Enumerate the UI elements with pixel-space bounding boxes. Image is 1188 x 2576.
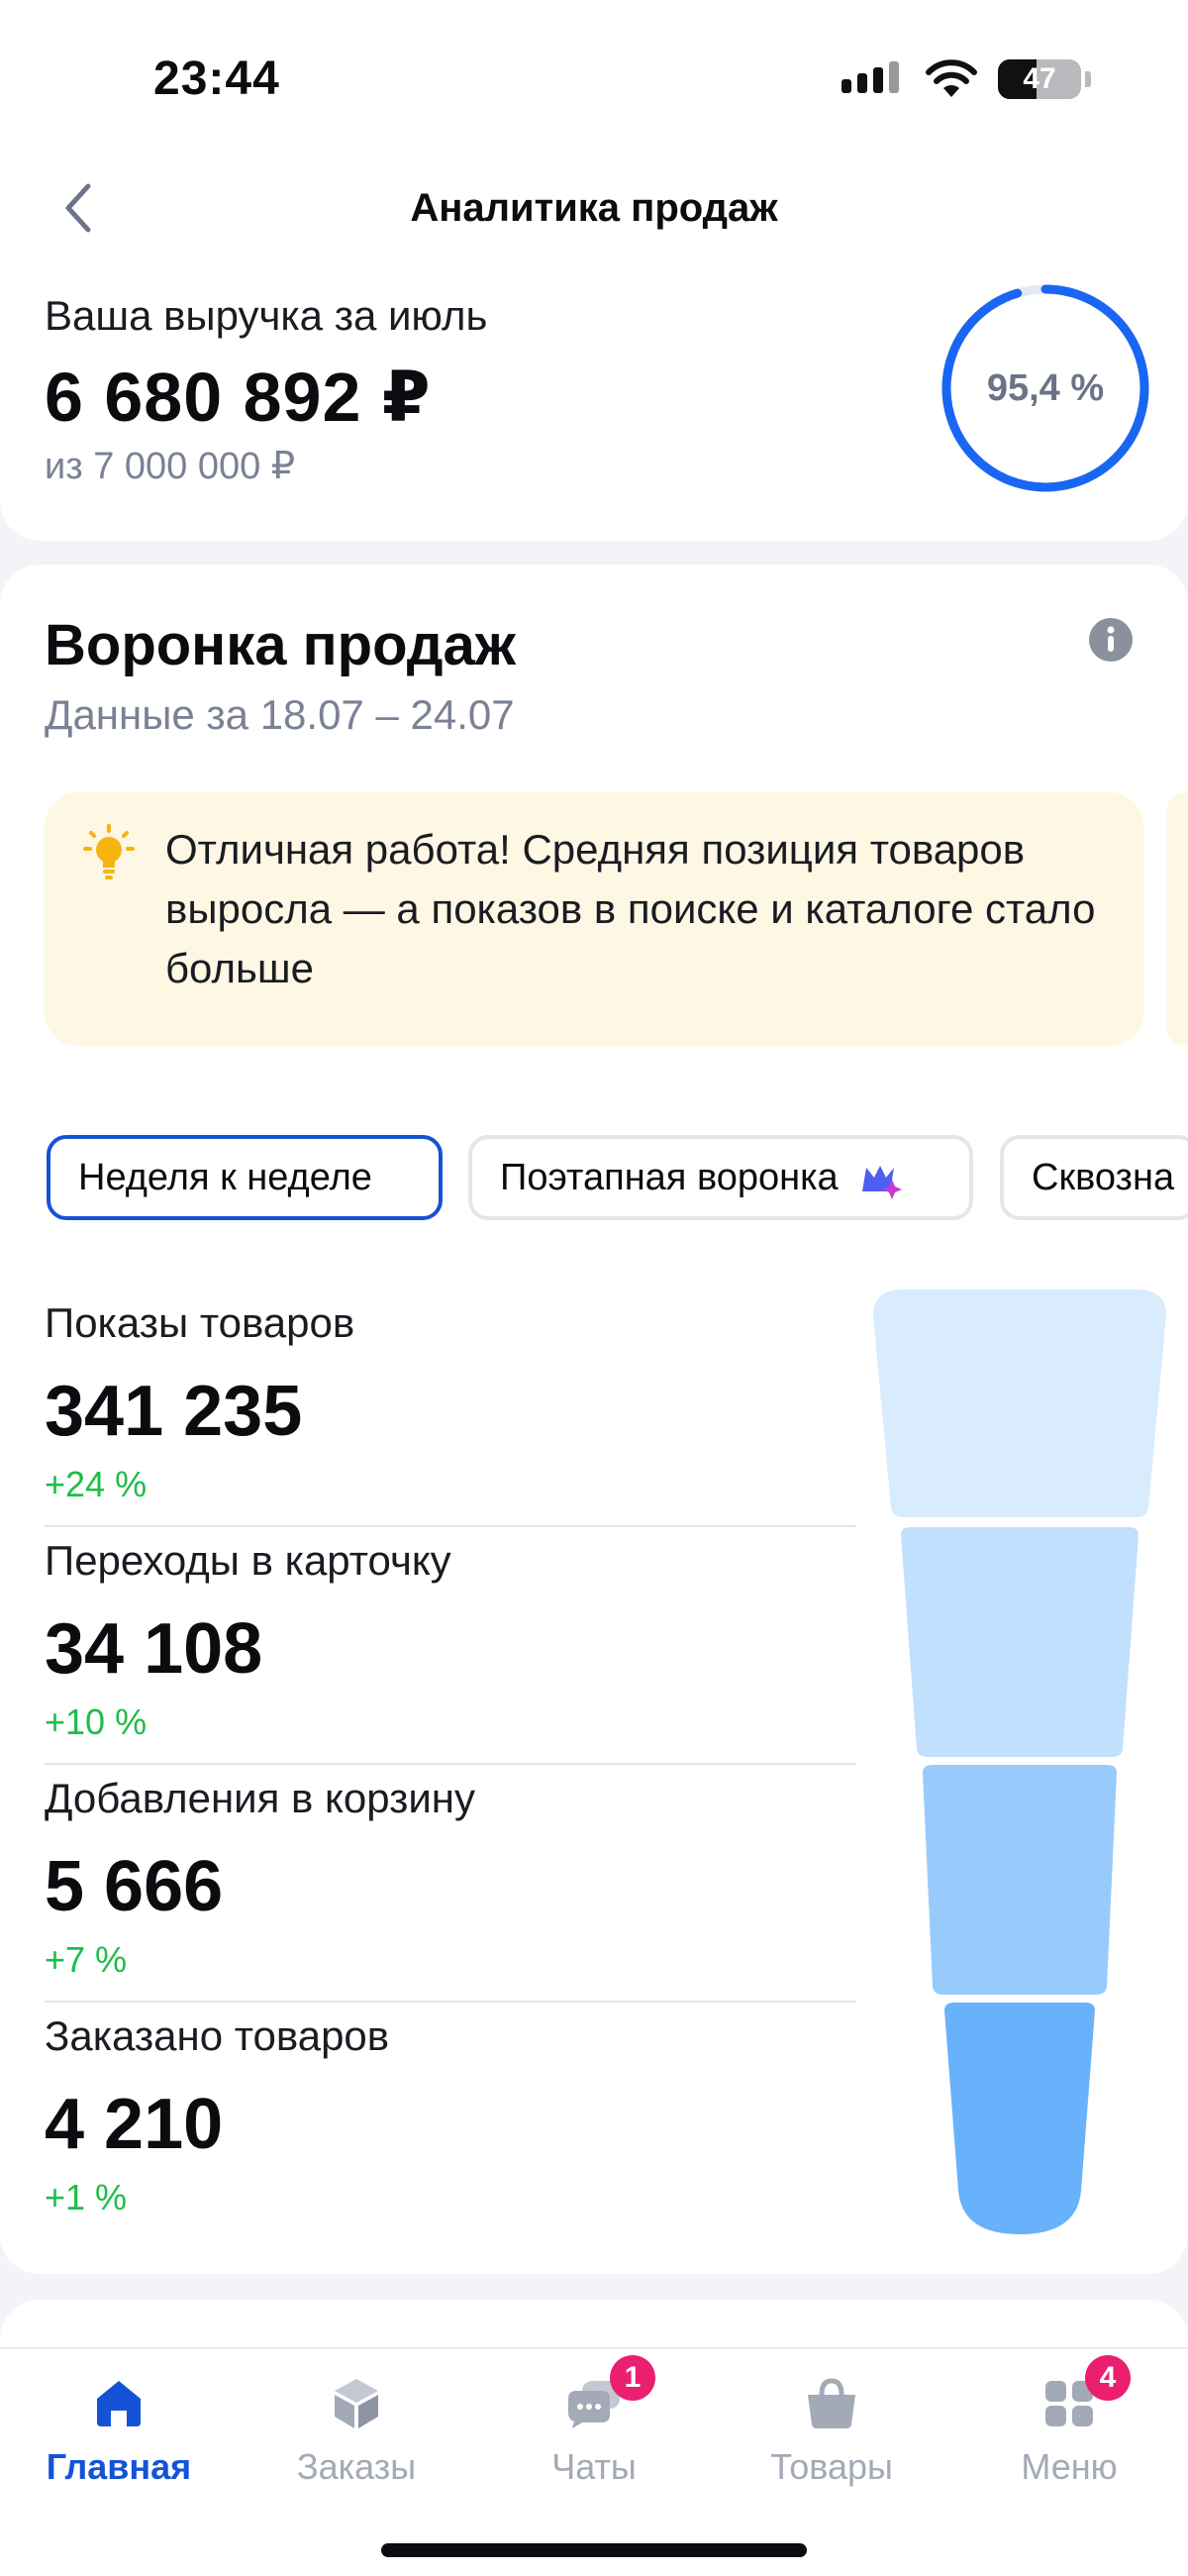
tip-text: Отличная работа! Средняя позиция товаров… xyxy=(165,826,1096,991)
tab-label: Заказы xyxy=(296,2446,417,2487)
tab-chats[interactable]: Чаты xyxy=(475,2363,713,2492)
tab-orders[interactable]: Заказы xyxy=(238,2363,475,2492)
cellular-signal-icon xyxy=(842,61,899,93)
tab-label: Товары xyxy=(770,2446,893,2487)
chip-week-to-week[interactable]: Неделя к неделе xyxy=(47,1135,443,1220)
metric-label-ordered: Заказано товаров xyxy=(45,2012,390,2059)
metric-value-impressions: 341 235 xyxy=(45,1372,303,1451)
bag-icon xyxy=(808,2378,855,2428)
funnel-segment-card-visits xyxy=(901,1527,1138,1757)
metric-divider xyxy=(45,1525,856,1527)
status-time: 23:44 xyxy=(153,52,280,105)
menu-badge: 4 xyxy=(1085,2355,1131,2401)
battery-icon: 47 xyxy=(998,59,1081,99)
metric-delta-add-to-cart: +7 % xyxy=(45,1939,128,1980)
revenue-progress-text: 95,4 % xyxy=(986,367,1105,409)
revenue-value: 6 680 892 ₽ xyxy=(45,359,432,436)
chip-label: Неделя к неделе xyxy=(78,1157,372,1198)
metric-delta-card-visits: +10 % xyxy=(45,1701,148,1742)
chats-badge: 1 xyxy=(610,2355,655,2401)
home-icon xyxy=(97,2381,141,2426)
metric-value-ordered: 4 210 xyxy=(45,2085,224,2164)
funnel-segment-add-to-cart xyxy=(923,1765,1117,1995)
sales-analytics-screen: 23:44 47 Аналитика продаж Ваша выручка з… xyxy=(0,0,1188,2576)
metric-label-card-visits: Переходы в карточку xyxy=(45,1537,451,1584)
tab-label: Чаты xyxy=(551,2446,637,2487)
tab-label: Меню xyxy=(1021,2446,1118,2487)
funnel-segment-impressions xyxy=(873,1289,1166,1517)
info-icon[interactable] xyxy=(1087,616,1135,664)
battery-level: 47 xyxy=(1023,62,1056,95)
revenue-target: из 7 000 000 ₽ xyxy=(45,446,295,487)
home-indicator xyxy=(381,2543,807,2557)
chip-stage-funnel[interactable]: Поэтапная воронка xyxy=(468,1135,973,1220)
tab-label: Главная xyxy=(46,2446,192,2487)
page-title: Аналитика продаж xyxy=(410,186,778,230)
metric-label-add-to-cart: Добавления в корзину xyxy=(45,1775,475,1821)
chip-label: Сквозна xyxy=(1032,1157,1175,1198)
sparkle-icon xyxy=(862,1165,903,1199)
metric-value-card-visits: 34 108 xyxy=(45,1609,263,1689)
lightbulb-icon xyxy=(83,824,135,879)
funnel-segment-ordered xyxy=(944,2003,1095,2234)
tab-menu[interactable]: Меню xyxy=(950,2363,1188,2492)
metric-divider xyxy=(45,1763,856,1765)
metric-delta-ordered: +1 % xyxy=(45,2177,128,2217)
funnel-chart xyxy=(873,1289,1166,2234)
next-tip-banner xyxy=(1166,792,1188,1046)
chip-label: Поэтапная воронка xyxy=(500,1157,839,1198)
revenue-label: Ваша выручка за июль xyxy=(45,292,488,339)
metric-value-add-to-cart: 5 666 xyxy=(45,1847,224,1926)
tab-products[interactable]: Товары xyxy=(713,2363,950,2492)
funnel-title: Воронка продаж xyxy=(45,613,516,677)
battery-tip xyxy=(1085,71,1091,87)
wifi-icon xyxy=(926,59,977,97)
tab-home[interactable]: Главная xyxy=(0,2363,238,2492)
metric-delta-impressions: +24 % xyxy=(45,1464,148,1504)
metric-divider xyxy=(45,2001,856,2003)
box-icon xyxy=(335,2379,378,2428)
funnel-period: Данные за 18.07 – 24.07 xyxy=(45,691,515,738)
metric-label-impressions: Показы товаров xyxy=(45,1299,355,1346)
chip-through-funnel[interactable]: Сквозна xyxy=(1000,1135,1188,1220)
